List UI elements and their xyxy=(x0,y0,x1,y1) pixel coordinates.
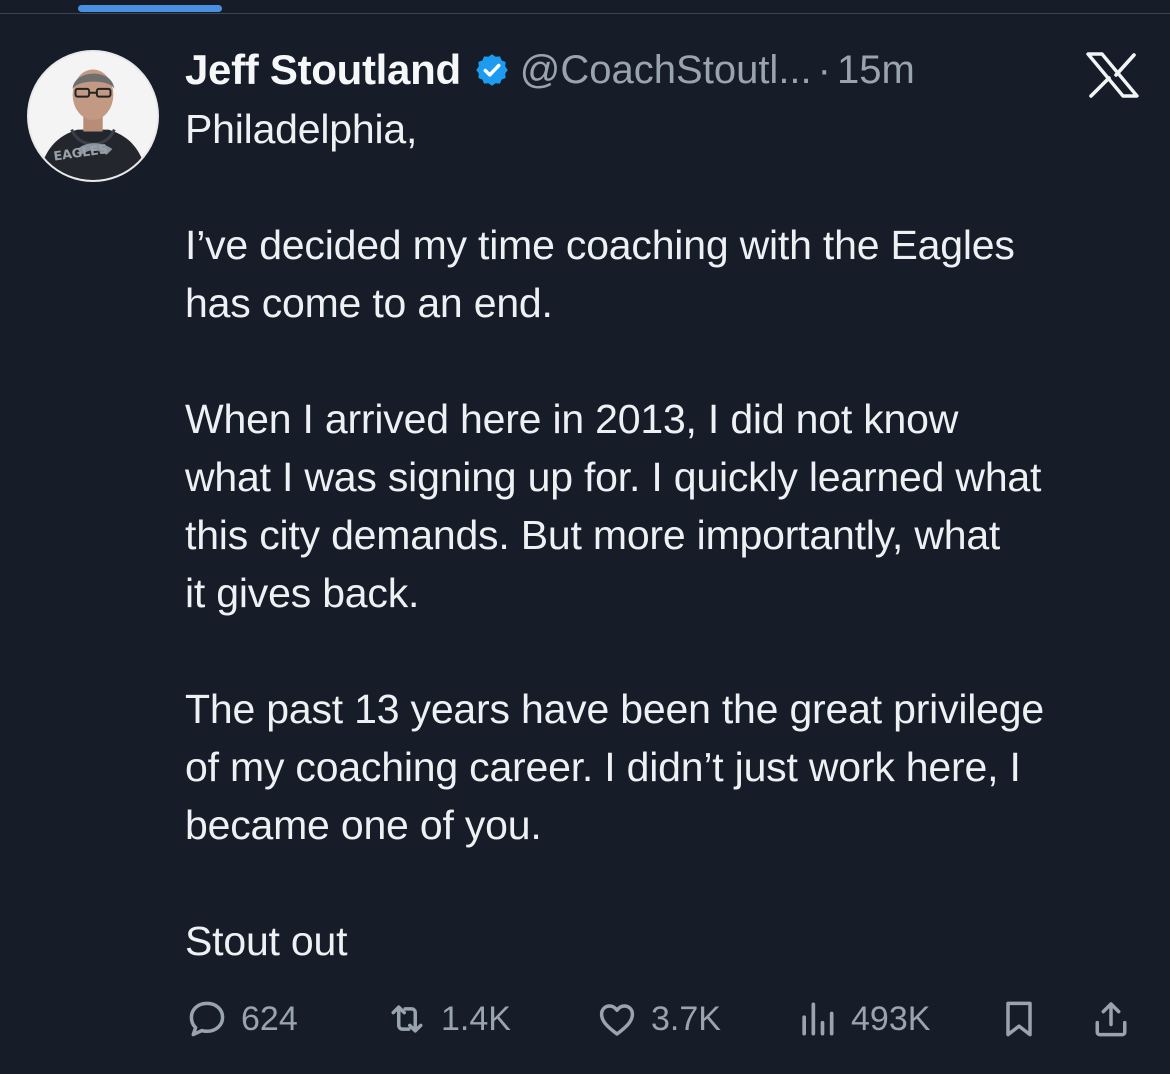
timestamp[interactable]: 15m xyxy=(837,48,915,93)
share-icon xyxy=(1095,1002,1127,1037)
action-bar: 624 1.4K 3.7K 493K xyxy=(185,995,1145,1043)
tweet-paragraph: When I arrived here in 2013, I did not k… xyxy=(185,396,1042,616)
divider xyxy=(0,13,1170,14)
tweet-paragraph: Stout out xyxy=(185,918,348,964)
repost-count: 1.4K xyxy=(441,999,511,1038)
repost-icon xyxy=(391,1005,423,1033)
like-count: 3.7K xyxy=(651,999,721,1038)
avatar[interactable]: EAGLES xyxy=(27,50,159,182)
bookmark-button[interactable] xyxy=(997,995,1041,1043)
scroll-indicator xyxy=(78,5,222,12)
views-chart-icon xyxy=(802,1002,834,1036)
heart-icon xyxy=(599,1004,635,1036)
reply-count: 624 xyxy=(241,999,298,1038)
author-name[interactable]: Jeff Stoutland xyxy=(185,46,461,94)
bookmark-icon xyxy=(1006,1001,1032,1037)
views-button[interactable]: 493K xyxy=(795,995,930,1043)
reply-icon xyxy=(189,1001,225,1037)
tweet-paragraph: I’ve decided my time coaching with the E… xyxy=(185,222,1015,326)
tweet-paragraph: Philadelphia, xyxy=(185,106,418,152)
verified-badge-icon[interactable] xyxy=(474,52,510,88)
avatar-photo: EAGLES xyxy=(29,52,157,180)
share-button[interactable] xyxy=(1089,995,1133,1043)
separator: · xyxy=(817,47,831,92)
like-button[interactable]: 3.7K xyxy=(595,995,721,1043)
reply-button[interactable]: 624 xyxy=(185,995,298,1043)
views-count: 493K xyxy=(851,999,931,1038)
tweet-body: Philadelphia, I’ve decided my time coach… xyxy=(185,100,1150,970)
author-handle[interactable]: @CoachStoutl... xyxy=(520,48,812,93)
tweet-paragraph: The past 13 years have been the great pr… xyxy=(185,686,1044,848)
x-logo-icon xyxy=(1086,52,1139,98)
tweet-header: Jeff Stoutland @CoachStoutl... · 15m xyxy=(185,44,915,96)
tweet-screen: EAGLES Jeff Stoutland @CoachStoutl... · … xyxy=(0,0,1170,1074)
repost-button[interactable]: 1.4K xyxy=(385,995,511,1043)
